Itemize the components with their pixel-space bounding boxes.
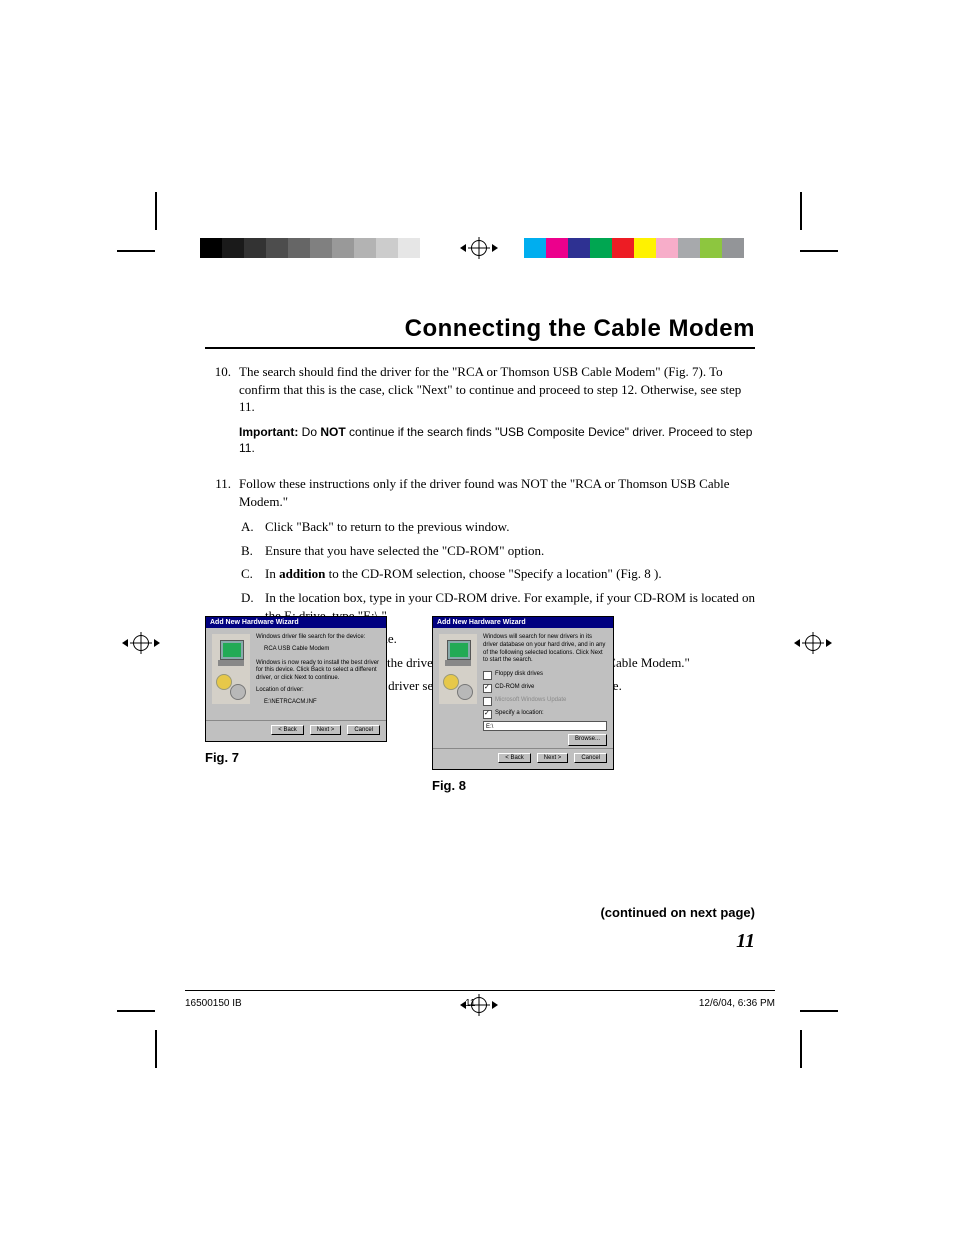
cancel-button[interactable]: Cancel	[347, 725, 380, 735]
next-button[interactable]: Next >	[310, 725, 342, 735]
page: Connecting the Cable Modem 10. The searc…	[0, 0, 954, 1235]
title-rule	[205, 347, 755, 349]
figure-caption: Fig. 8	[432, 778, 614, 793]
registration-mark-top	[468, 237, 490, 259]
step-text: The search should find the driver for th…	[239, 363, 755, 416]
substep-a: A.Click "Back" to return to the previous…	[239, 518, 755, 536]
wizard-body-text: Windows will search for new drivers in i…	[483, 634, 607, 746]
back-button[interactable]: < Back	[498, 753, 531, 763]
important-note: Important: Do NOT continue if the search…	[239, 424, 755, 458]
crop-marks-bottom	[0, 1010, 954, 1040]
back-button[interactable]: < Back	[271, 725, 304, 735]
location-input[interactable]: E:\	[483, 721, 607, 731]
step-10: 10. The search should find the driver fo…	[205, 363, 755, 465]
figures-row: Add New Hardware Wizard Windows driver f…	[205, 616, 755, 793]
page-title: Connecting the Cable Modem	[205, 315, 755, 343]
wizard-title: Add New Hardware Wizard	[433, 617, 613, 628]
wizard-title: Add New Hardware Wizard	[206, 617, 386, 628]
cancel-button[interactable]: Cancel	[574, 753, 607, 763]
browse-button[interactable]: Browse...	[568, 734, 607, 746]
wizard-computer-icon	[212, 634, 250, 704]
figure-8: Add New Hardware Wizard Windows will sea…	[432, 616, 614, 793]
page-number: 11	[205, 930, 755, 953]
step-number: 10.	[205, 363, 239, 465]
footer-docid: 16500150 IB	[185, 998, 242, 1009]
wizard-dialog-fig7: Add New Hardware Wizard Windows driver f…	[205, 616, 387, 742]
substep-b: B.Ensure that you have selected the "CD-…	[239, 542, 755, 560]
step-text: Follow these instructions only if the dr…	[239, 475, 755, 510]
substep-c: C.In addition to the CD-ROM selection, c…	[239, 565, 755, 583]
wizard-computer-icon	[439, 634, 477, 704]
checkbox-floppy[interactable]: Floppy disk drives	[483, 671, 607, 680]
registration-mark-right	[802, 632, 824, 654]
color-bar-gray	[200, 238, 420, 258]
registration-mark-left	[130, 632, 152, 654]
checkbox-cdrom[interactable]: CD-ROM drive	[483, 684, 607, 693]
next-button[interactable]: Next >	[537, 753, 569, 763]
continued-notice: (continued on next page)	[205, 905, 755, 920]
color-bar-color	[524, 238, 744, 258]
wizard-body-text: Windows driver file search for the devic…	[256, 634, 380, 718]
figure-7: Add New Hardware Wizard Windows driver f…	[205, 616, 387, 793]
checkbox-windows-update[interactable]: Microsoft Windows Update	[483, 697, 607, 706]
footer-rule	[185, 990, 775, 991]
footer-date: 12/6/04, 6:36 PM	[699, 998, 775, 1009]
wizard-dialog-fig8: Add New Hardware Wizard Windows will sea…	[432, 616, 614, 770]
checkbox-specify-location[interactable]: Specify a location:	[483, 710, 607, 719]
figure-caption: Fig. 7	[205, 750, 387, 765]
